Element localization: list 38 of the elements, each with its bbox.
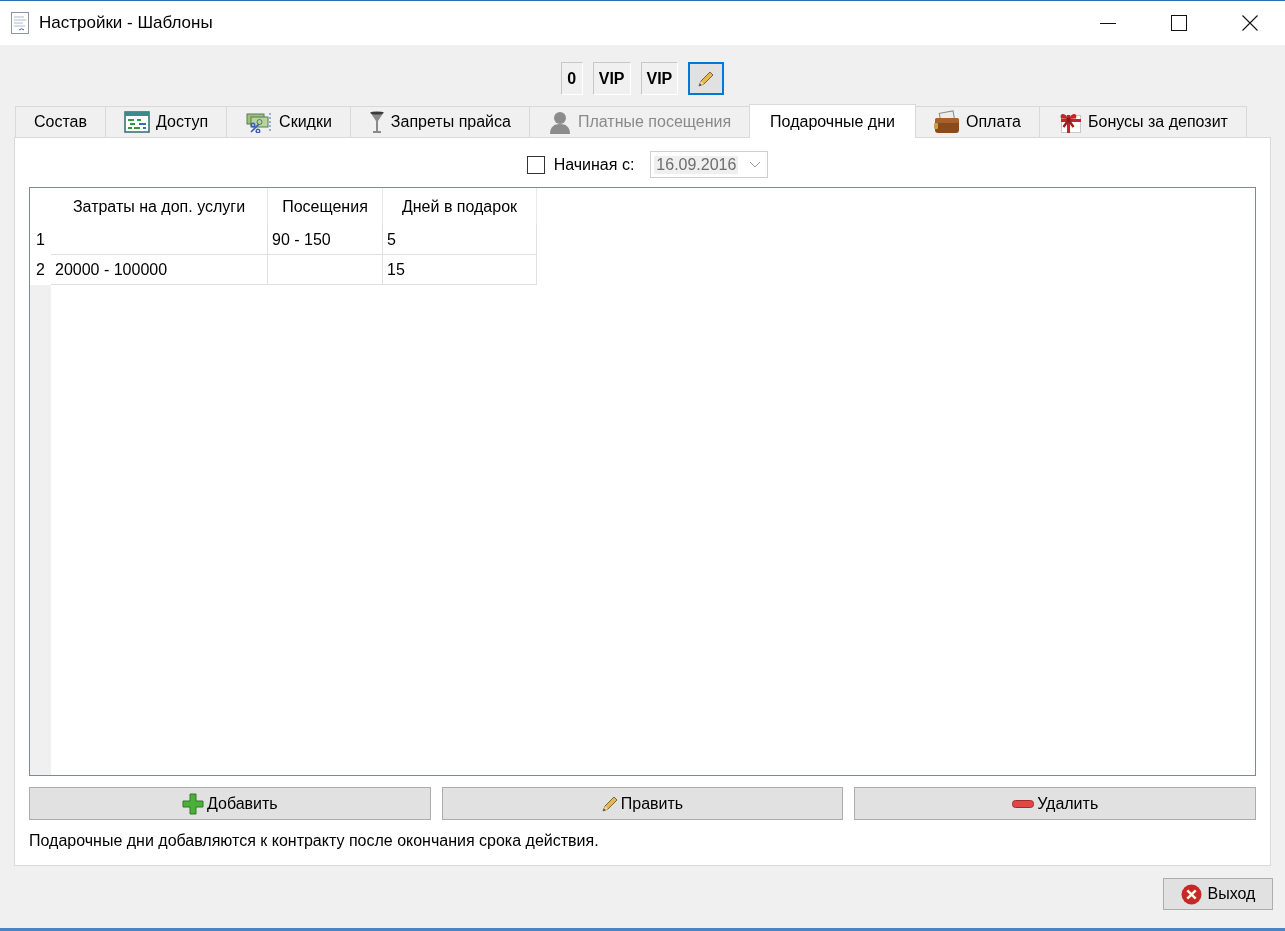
column-header: Дней в подарок <box>383 188 537 225</box>
person-icon <box>547 110 572 134</box>
minimize-icon <box>1099 22 1116 24</box>
start-date-label: Начиная с: <box>553 155 635 174</box>
add-button[interactable]: Добавить <box>29 787 431 820</box>
money-percent-icon <box>245 111 274 133</box>
column-header: Затраты на доп. услуги <box>51 188 268 225</box>
toolbar-button[interactable]: VIP <box>592 62 631 95</box>
maximize-icon <box>1170 15 1187 31</box>
tab[interactable]: Состав <box>15 106 106 137</box>
info-text: Подарочные дни добавляются к контракту после окончания срока действия. <box>29 831 600 851</box>
table-cell: 90 - 150 <box>268 225 383 255</box>
minus-icon <box>1012 799 1035 808</box>
window-title: Настройки - Шаблоны <box>39 13 213 33</box>
toolbar-button[interactable]: VIP <box>640 62 679 95</box>
tab[interactable]: Подарочные дни <box>749 104 916 138</box>
pencil-icon <box>601 795 618 812</box>
schedule-icon <box>124 111 150 133</box>
exit-button[interactable]: Выход <box>1163 878 1273 910</box>
edit-button[interactable]: Править <box>441 787 844 820</box>
pencil-icon <box>698 70 715 87</box>
x-circle-icon <box>1180 883 1202 905</box>
close-icon <box>1241 15 1258 31</box>
row-header: 2 <box>35 260 46 280</box>
tab[interactable]: Бонусы за депозит <box>1039 106 1247 137</box>
delete-button[interactable]: Удалить <box>854 787 1256 820</box>
plus-icon <box>181 792 204 815</box>
table-cell: 5 <box>383 225 537 255</box>
chevron-down-icon <box>749 161 762 168</box>
column-header: Посещения <box>268 188 383 225</box>
edit-mode-button[interactable] <box>688 62 725 95</box>
document-icon <box>10 11 30 35</box>
wallet-icon <box>933 110 960 134</box>
table-cell: 15 <box>383 255 537 285</box>
row-header: 1 <box>35 230 46 250</box>
table-cell: 20000 - 100000 <box>51 255 268 285</box>
toolbar-button[interactable]: 0 <box>560 62 583 95</box>
funnel-icon <box>368 110 385 134</box>
